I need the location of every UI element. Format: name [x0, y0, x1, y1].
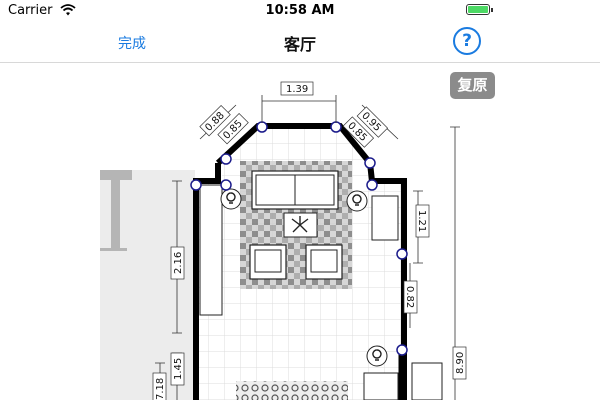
floor-plan-canvas[interactable]: 1.39 0.88 0.85 0.95 0.85 2.16 1.21 0.82 … — [0, 63, 600, 400]
sofa-seat-left — [255, 174, 296, 206]
dimension-overall-right[interactable]: 8.90 — [455, 352, 466, 374]
dimension-guide-top — [261, 107, 337, 123]
wall-handle[interactable] — [220, 153, 232, 165]
help-button[interactable]: ? — [453, 27, 481, 55]
wall-handle[interactable] — [220, 179, 232, 191]
page-title: 客厅 — [283, 35, 316, 54]
wall-handle[interactable] — [396, 344, 408, 356]
reset-button[interactable]: 复原 — [450, 72, 495, 99]
battery-icon — [466, 4, 490, 15]
dimension-right-mid[interactable]: 0.82 — [404, 286, 415, 308]
dimension-lower-left-a[interactable]: 1.45 — [173, 358, 184, 380]
battery-cap — [491, 8, 493, 12]
clock: 10:58 AM — [265, 3, 335, 18]
wall-handle[interactable] — [256, 121, 268, 133]
navigation-bar: 完成 客厅 ? — [0, 22, 600, 63]
wall-handle[interactable] — [396, 248, 408, 260]
dimension-top[interactable]: 1.39 — [286, 84, 308, 95]
cabinet-lower-right[interactable] — [363, 372, 399, 400]
lamp-icon[interactable] — [346, 190, 368, 212]
adjacent-room-fixture-post — [111, 180, 120, 250]
sofa-seat-right — [294, 174, 335, 206]
cabinet-left[interactable] — [199, 184, 223, 316]
done-button[interactable]: 完成 — [118, 33, 146, 53]
adjacent-room-fixture — [100, 170, 132, 180]
battery-level-fill — [468, 6, 488, 13]
floor-plan-editor-screen: Carrier 10:58 AM 完成 客厅 ? 1.39 0.88 0.85 … — [0, 0, 600, 400]
adjacent-room-fixture-base — [100, 248, 127, 251]
lamp-icon[interactable] — [220, 188, 242, 210]
shelf-outside-right[interactable] — [411, 362, 443, 400]
dimension-lower-left-b[interactable]: 7.18 — [155, 378, 166, 400]
wall-handle[interactable] — [364, 157, 376, 169]
dimension-left-wall[interactable]: 2.16 — [173, 252, 184, 274]
status-bar: Carrier 10:58 AM — [0, 0, 600, 22]
lamp-icon[interactable] — [366, 345, 388, 367]
wall-handle[interactable] — [190, 179, 202, 191]
armchair-left-seat — [254, 249, 282, 273]
dimension-right-upper[interactable]: 1.21 — [416, 210, 427, 232]
side-table-right[interactable] — [371, 195, 399, 241]
wall-handle[interactable] — [330, 121, 342, 133]
dimension-line-top — [261, 95, 337, 107]
wall-handle[interactable] — [366, 179, 378, 191]
rug-lower[interactable] — [236, 381, 348, 400]
armchair-right-seat — [310, 249, 338, 273]
